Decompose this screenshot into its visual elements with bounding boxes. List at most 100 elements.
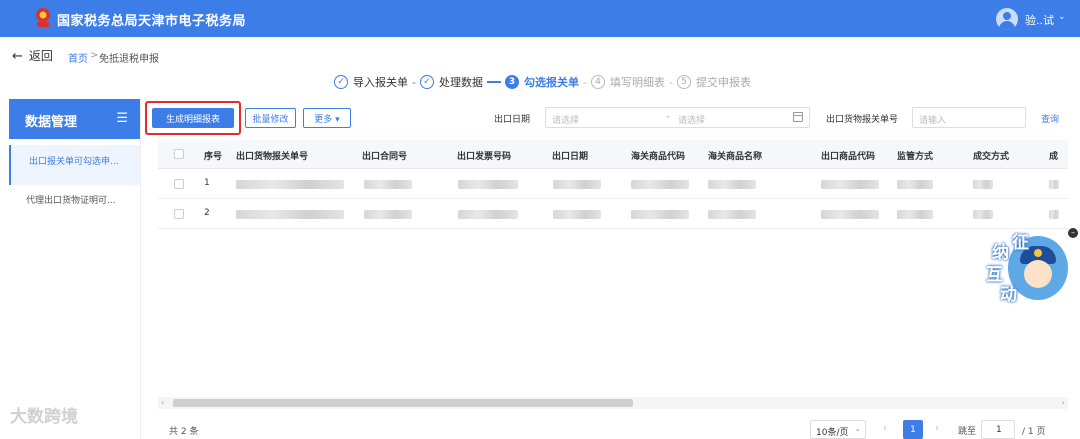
step-number: 5 bbox=[676, 75, 691, 89]
export-date-range-picker[interactable]: 请选择 - 请选择 bbox=[545, 107, 810, 128]
step-done-icon: ✓ bbox=[419, 75, 434, 89]
back-label: 返回 bbox=[28, 49, 53, 63]
step-fill: 4 填写明细表 bbox=[590, 74, 665, 90]
column-header: 监管方式 bbox=[897, 152, 934, 162]
more-dropdown-button[interactable]: 更多 ▾ bbox=[303, 108, 351, 128]
export-date-label: 出口日期 bbox=[494, 115, 531, 125]
current-page-button[interactable]: 1 bbox=[903, 420, 923, 439]
column-header: 海关商品代码 bbox=[631, 152, 686, 162]
step-separator: - bbox=[582, 75, 587, 89]
step-label: 提交申报表 bbox=[695, 76, 751, 89]
user-menu-chevron-icon[interactable]: ⌄ bbox=[1058, 12, 1066, 22]
user-avatar[interactable] bbox=[996, 8, 1018, 30]
calendar-icon bbox=[793, 112, 803, 122]
redacted-cell bbox=[897, 210, 933, 219]
column-header: 成交方式 bbox=[973, 152, 1010, 162]
mascot-text: 动 bbox=[1000, 285, 1017, 305]
sidebar-item-agent-export-cert[interactable]: 代理出口货物证明可... bbox=[26, 193, 116, 206]
step-separator: - bbox=[412, 75, 416, 89]
redacted-cell bbox=[897, 180, 933, 189]
chevron-down-icon: ⌄ bbox=[854, 424, 861, 433]
scrollbar-thumb[interactable] bbox=[173, 399, 633, 407]
date-end-placeholder: 请选择 bbox=[678, 116, 706, 126]
jump-page-input[interactable]: 1 bbox=[981, 420, 1015, 439]
redacted-cell bbox=[364, 210, 412, 219]
column-header: 出口发票号码 bbox=[457, 152, 512, 162]
next-page-button[interactable]: › bbox=[935, 423, 939, 434]
back-button[interactable]: ← 返回 bbox=[12, 47, 53, 64]
table-row[interactable]: 2 bbox=[158, 199, 1068, 229]
batch-edit-button[interactable]: 批量修改 bbox=[245, 108, 296, 128]
redacted-cell bbox=[553, 210, 601, 219]
date-start-placeholder: 请选择 bbox=[552, 116, 580, 126]
total-count: 共 2 条 bbox=[169, 427, 199, 437]
scroll-right-arrow-icon[interactable]: › bbox=[1062, 398, 1065, 407]
page-size-select[interactable]: 10条/页 ⌄ bbox=[810, 420, 866, 439]
step-select: 3 勾选报关单 bbox=[504, 74, 579, 90]
menu-icon[interactable]: ☰ bbox=[116, 111, 128, 126]
table-header: 序号 出口货物报关单号 出口合同号 出口发票号码 出口日期 海关商品代码 海关商… bbox=[158, 140, 1068, 169]
scroll-left-arrow-icon[interactable]: ‹ bbox=[161, 398, 164, 407]
redacted-cell bbox=[973, 210, 993, 219]
redacted-cell bbox=[458, 210, 518, 219]
progress-steps: ✓ 导入报关单 - ✓ 处理数据 3 勾选报关单 - 4 填写明细表 - 5 提… bbox=[334, 73, 751, 91]
row-checkbox[interactable] bbox=[174, 179, 184, 189]
breadcrumb-current: 免抵退税申报 bbox=[99, 54, 159, 65]
sidebar-title: 数据管理 bbox=[25, 115, 78, 130]
redacted-cell bbox=[631, 210, 689, 219]
step-connector bbox=[486, 81, 501, 83]
breadcrumb-home[interactable]: 首页 bbox=[68, 50, 88, 65]
redacted-cell bbox=[631, 180, 689, 189]
prev-page-button[interactable]: ‹ bbox=[883, 423, 887, 434]
step-label: 导入报关单 bbox=[353, 76, 408, 89]
column-header: 成 bbox=[1049, 152, 1059, 162]
declaration-number-label: 出口货物报关单号 bbox=[826, 115, 899, 125]
step-number: 4 bbox=[590, 75, 605, 89]
mascot-text: 征 bbox=[1012, 233, 1029, 253]
step-number: 3 bbox=[504, 75, 519, 89]
query-button[interactable]: 查询 bbox=[1041, 112, 1059, 125]
redacted-cell bbox=[708, 180, 756, 189]
declaration-number-placeholder: 请输入 bbox=[919, 116, 947, 126]
step-label: 处理数据 bbox=[438, 76, 483, 89]
table-row[interactable]: 1 bbox=[158, 169, 1068, 199]
step-separator: - bbox=[668, 75, 673, 89]
jump-to-label: 跳至 bbox=[958, 427, 977, 437]
select-all-checkbox[interactable] bbox=[174, 149, 184, 159]
mascot-close-icon[interactable]: – bbox=[1068, 228, 1078, 238]
sidebar-item-customs-declaration[interactable]: 出口报关单可勾选申... bbox=[9, 145, 140, 185]
redacted-cell bbox=[973, 180, 993, 189]
date-range-dash: - bbox=[666, 112, 670, 122]
top-header: 国家税务总局天津市电子税务局 验..试 ⌄ bbox=[0, 0, 1080, 37]
redacted-cell bbox=[708, 210, 756, 219]
step-label: 填写明细表 bbox=[609, 76, 665, 89]
interaction-mascot-widget[interactable]: 征 纳 互 动 – bbox=[980, 226, 1078, 306]
column-header: 出口日期 bbox=[552, 152, 589, 162]
column-header: 出口商品代码 bbox=[821, 152, 876, 162]
step-submit: 5 提交申报表 bbox=[676, 74, 751, 90]
total-pages: / 1 页 bbox=[1022, 427, 1046, 437]
column-header: 海关商品名称 bbox=[708, 152, 763, 162]
page-size-value: 10条/页 bbox=[816, 428, 849, 438]
step-label: 勾选报关单 bbox=[523, 76, 579, 89]
mascot-badge-icon bbox=[1034, 249, 1042, 257]
redacted-cell bbox=[364, 180, 412, 189]
row-checkbox[interactable] bbox=[174, 209, 184, 219]
breadcrumb-separator: > bbox=[90, 50, 99, 61]
site-title: 国家税务总局天津市电子税务局 bbox=[57, 14, 247, 29]
redacted-cell bbox=[236, 180, 344, 189]
tax-emblem-icon bbox=[36, 8, 50, 27]
declaration-number-input[interactable]: 请输入 bbox=[912, 107, 1026, 128]
column-header: 序号 bbox=[204, 152, 223, 162]
row-index: 1 bbox=[204, 178, 210, 188]
step-done-icon: ✓ bbox=[334, 75, 348, 89]
sidebar-item-label: 出口报关单可勾选申... bbox=[29, 157, 119, 167]
column-header: 出口货物报关单号 bbox=[236, 152, 309, 162]
horizontal-scrollbar[interactable]: ‹ › bbox=[158, 397, 1068, 409]
redacted-cell bbox=[553, 180, 601, 189]
sidebar-divider bbox=[140, 99, 141, 439]
sidebar-header: 数据管理 ☰ bbox=[9, 99, 140, 139]
user-name[interactable]: 验..试 bbox=[1025, 12, 1054, 28]
back-arrow-icon: ← bbox=[12, 49, 23, 64]
step-process: ✓ 处理数据 bbox=[419, 74, 483, 90]
